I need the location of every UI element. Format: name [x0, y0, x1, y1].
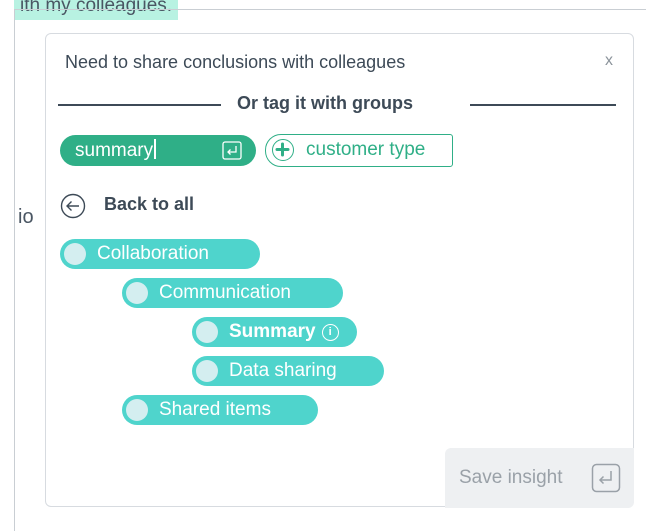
background-text-fragment: io — [18, 206, 34, 228]
popup-title: Need to share conclusions with colleague… — [65, 52, 406, 72]
enter-icon[interactable] — [222, 141, 242, 160]
arrow-left-circle-icon — [60, 193, 86, 219]
background-left-border — [14, 9, 15, 531]
tag-input-value: summary — [75, 140, 154, 161]
tree-item-label: Communication — [159, 282, 291, 303]
text-cursor — [154, 139, 156, 159]
enter-icon — [591, 463, 621, 493]
info-icon[interactable]: i — [321, 324, 339, 341]
tree-item-collaboration[interactable]: Collaboration — [60, 239, 260, 269]
tree-item-dot — [196, 360, 218, 382]
tree-item-label: Shared items — [159, 399, 271, 420]
tree-item-shared-items[interactable]: Shared items — [122, 395, 318, 425]
save-insight-button[interactable]: Save insight — [445, 448, 634, 508]
tag-search-input[interactable]: summary — [60, 135, 256, 166]
tree-item-dot — [126, 282, 148, 304]
tree-item-summary[interactable]: Summary i — [192, 317, 357, 347]
tree-item-data-sharing[interactable]: Data sharing — [192, 356, 384, 386]
save-insight-label: Save insight — [459, 467, 563, 488]
tree-item-label: Collaboration — [97, 243, 209, 264]
groups-divider: Or tag it with groups — [58, 93, 616, 115]
plus-circle-icon — [272, 139, 294, 161]
suggested-tag-label: customer type — [306, 139, 426, 160]
suggested-tag-customer-type[interactable]: customer type — [265, 134, 453, 167]
background-highlighted-text: ith my colleagues. — [14, 0, 179, 20]
divider-label: Or tag it with groups — [237, 93, 413, 113]
tree-item-label: Data sharing — [229, 360, 337, 381]
divider-line-right — [470, 104, 616, 106]
tree-item-dot — [64, 243, 86, 265]
divider-line-left — [58, 104, 221, 106]
tree-item-label: Summary i — [229, 317, 339, 347]
tree-item-dot — [126, 399, 148, 421]
background-divider — [14, 9, 646, 10]
close-button[interactable]: x — [601, 50, 617, 72]
tree-item-dot — [196, 321, 218, 343]
tag-popup: Need to share conclusions with colleague… — [45, 33, 634, 508]
tree-item-communication[interactable]: Communication — [122, 278, 343, 308]
back-to-all-label: Back to all — [104, 194, 195, 214]
